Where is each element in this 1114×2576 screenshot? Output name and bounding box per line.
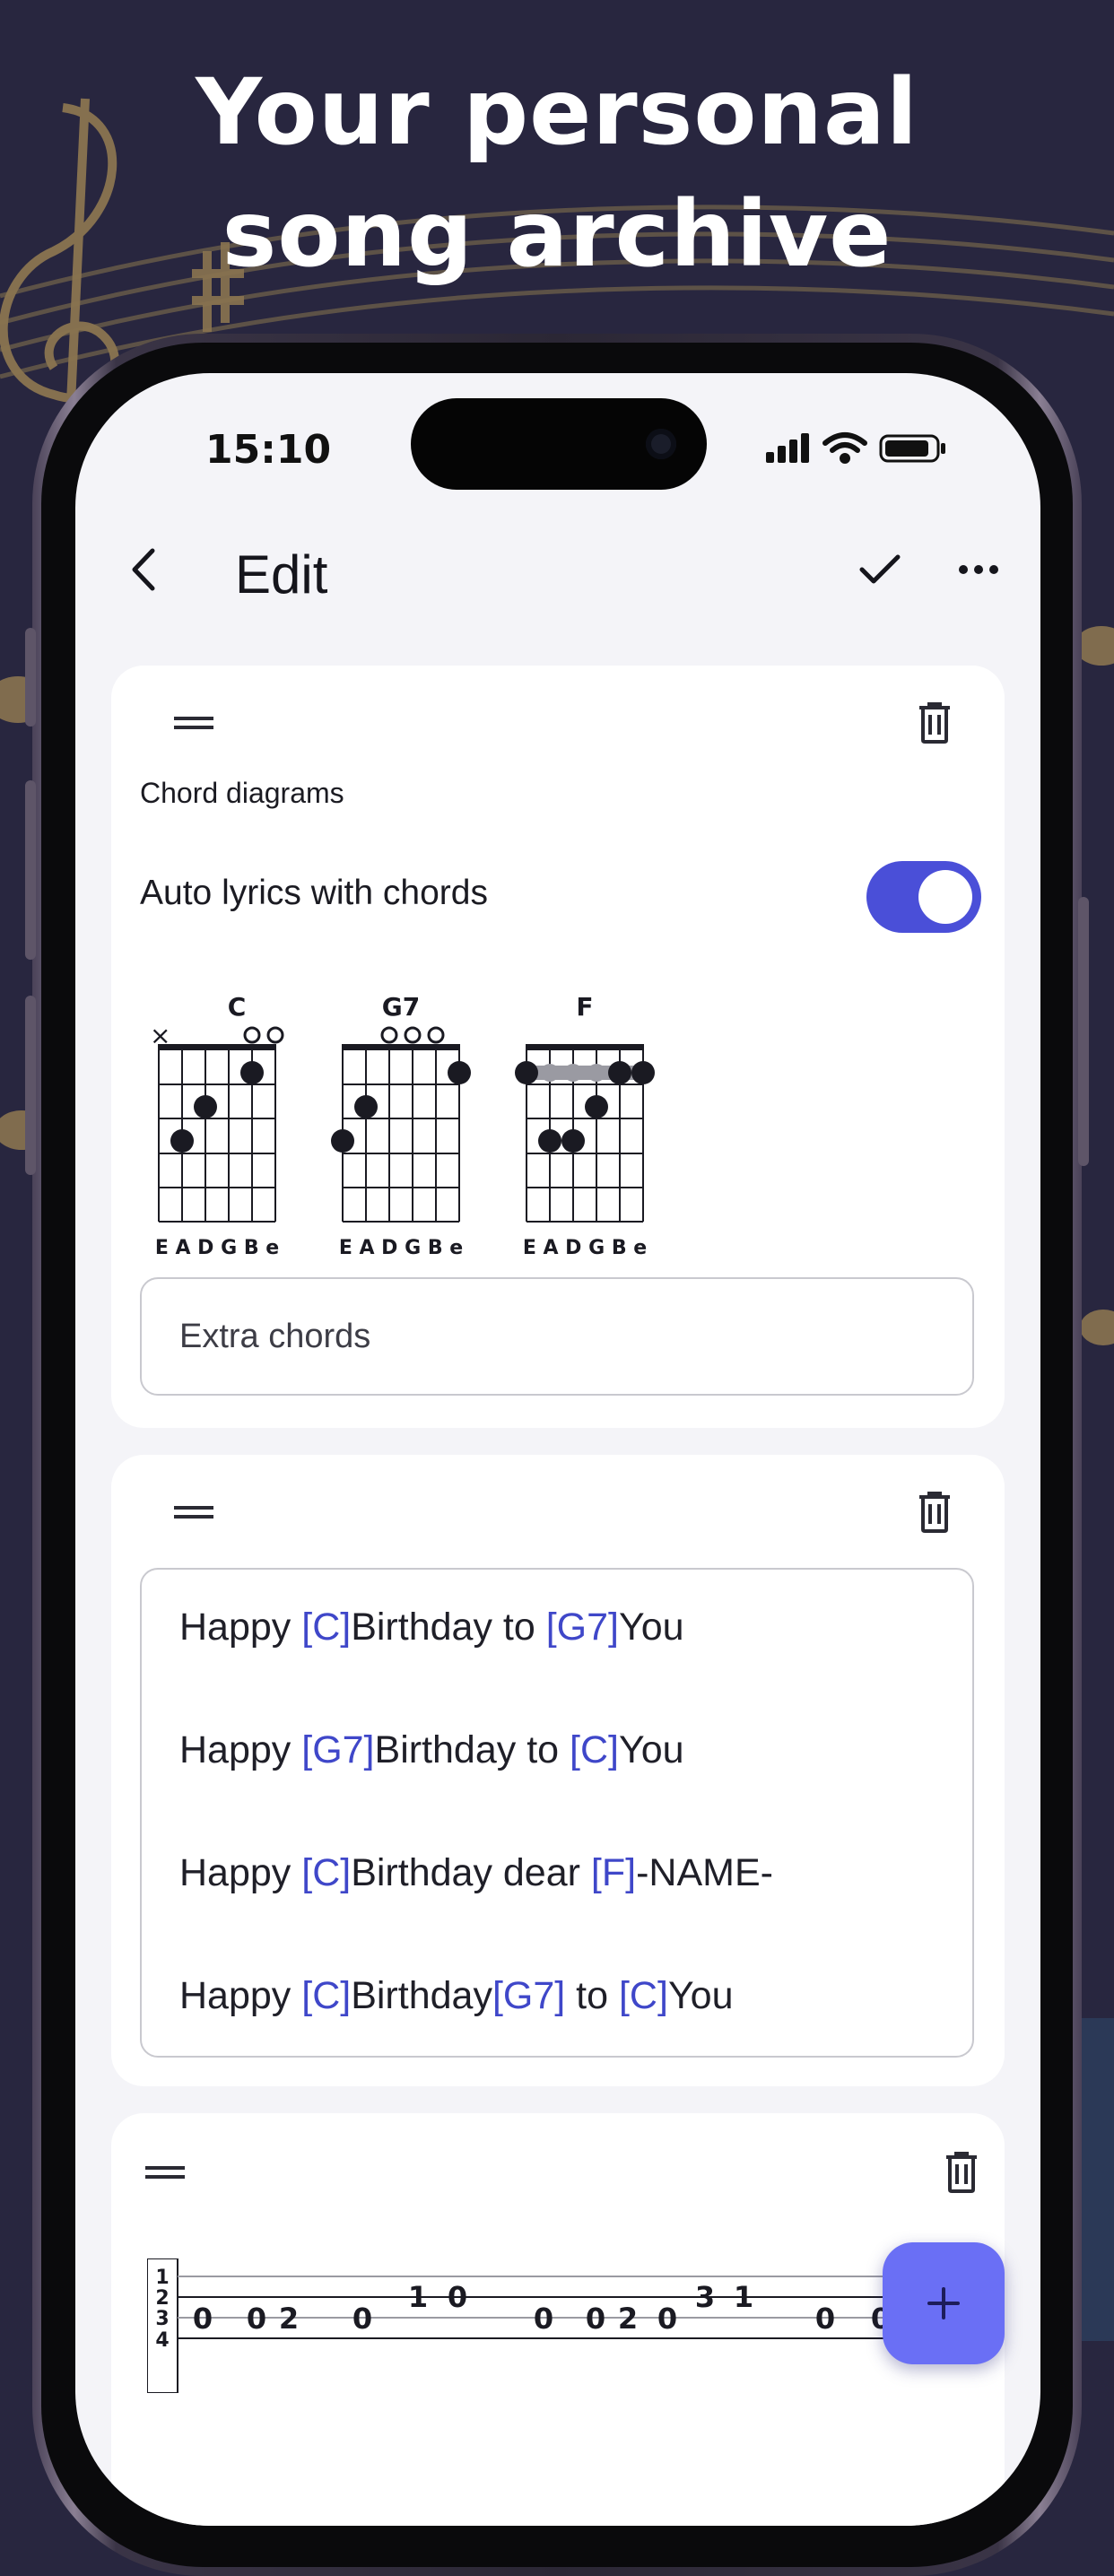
camera-lens — [646, 429, 676, 459]
chord-token: [C] — [570, 1728, 619, 1771]
lyric-line: Happy [C]Birthday to [G7]You — [179, 1606, 684, 1649]
delete-block-button[interactable] — [908, 1485, 962, 1539]
drag-handle-icon — [174, 1506, 213, 1519]
trash-icon — [919, 702, 950, 744]
phone-volume-up-button — [25, 780, 36, 960]
dynamic-island — [411, 398, 707, 490]
chord-token: [G7] — [492, 1974, 566, 2017]
tab-note: 2 — [279, 2302, 299, 2336]
trash-icon — [919, 1492, 950, 1533]
chord-token: [C] — [618, 1974, 668, 2017]
string-number: 3 — [155, 2308, 169, 2330]
lyric-line: Happy [C]Birthday dear [F]-NAME- — [179, 1851, 773, 1894]
status-time: 15:10 — [205, 427, 332, 473]
headline-line-2: song archive — [222, 181, 892, 288]
more-options-button[interactable] — [947, 538, 1010, 601]
check-icon — [859, 554, 901, 584]
lyrics-card: Happy [C]Birthday to [G7]You Happy [G7]B… — [111, 1455, 1005, 2086]
string-number: 1 — [155, 2267, 169, 2289]
lyric-line: Happy [C]Birthday[G7] to [C]You — [179, 1974, 734, 2017]
tablature-staff: 1 2 3 4 1 0 3 1 0 0 2 0 0 0 2 0 0 0 — [147, 2258, 936, 2393]
tab-note: 0 — [247, 2302, 266, 2336]
tab-note: 1 — [408, 2280, 428, 2314]
app-screen: 15:10 Edit Chord diagrams Auto lyrics wi… — [75, 373, 1040, 2526]
chord-token: [C] — [301, 1974, 352, 2017]
tab-note: 0 — [815, 2302, 835, 2336]
phone-side-button — [25, 628, 36, 727]
lyric-line: Happy [G7]Birthday to [C]You — [179, 1728, 684, 1771]
chord-diagram-g7: G7 E A D G B e — [331, 992, 471, 1259]
string-labels: E A D G B e — [339, 1237, 463, 1259]
chord-token: [G7] — [545, 1606, 619, 1649]
chord-token: [C] — [301, 1606, 352, 1649]
tab-note: 0 — [448, 2280, 467, 2314]
drag-handle[interactable] — [167, 696, 221, 750]
tab-note: 3 — [695, 2280, 715, 2314]
more-horizontal-icon — [959, 565, 998, 574]
chord-token: [F] — [590, 1851, 637, 1894]
auto-lyrics-toggle[interactable] — [866, 861, 981, 933]
chord-diagrams: C × E A D G B e G7 E A D G B e F E A D G… — [150, 992, 655, 1259]
drag-handle-icon — [174, 717, 213, 729]
phone-volume-down-button — [25, 996, 36, 1175]
delete-block-button[interactable] — [908, 696, 962, 750]
tab-note: 0 — [193, 2302, 213, 2336]
save-button[interactable] — [849, 538, 911, 601]
lyrics-editor[interactable]: Happy [C]Birthday to [G7]You Happy [G7]B… — [140, 1568, 974, 2058]
string-number: 2 — [155, 2287, 169, 2310]
chord-token: [C] — [301, 1851, 352, 1894]
chord-diagram-f: F E A D G B e — [515, 992, 655, 1259]
add-block-button[interactable] — [883, 2242, 1005, 2364]
drag-handle[interactable] — [167, 1485, 221, 1539]
extra-chords-placeholder: Extra chords — [179, 1317, 371, 1355]
tab-note: 0 — [657, 2302, 677, 2336]
chevron-left-icon — [132, 548, 155, 591]
drag-handle[interactable] — [138, 2145, 192, 2199]
tab-note: 0 — [352, 2302, 372, 2336]
chord-diagram-c: C × E A D G B e — [150, 992, 284, 1259]
chord-name: C — [228, 992, 247, 1022]
section-title: Chord diagrams — [140, 777, 344, 809]
back-button[interactable] — [111, 538, 174, 601]
status-icons — [766, 432, 945, 464]
string-labels: E A D G B e — [155, 1237, 279, 1259]
headline-line-1: Your personal — [196, 59, 918, 166]
trash-icon — [946, 2152, 977, 2193]
toggle-knob — [918, 870, 972, 924]
phone-power-button — [1078, 897, 1089, 1166]
page-title: Edit — [235, 544, 328, 605]
battery-icon — [879, 434, 945, 463]
tab-note: 1 — [734, 2280, 753, 2314]
chord-name: F — [576, 992, 593, 1022]
extra-chords-input[interactable]: Extra chords — [140, 1277, 974, 1396]
plus-icon — [927, 2287, 960, 2319]
auto-lyrics-toggle-label: Auto lyrics with chords — [140, 874, 488, 912]
tab-note: 0 — [586, 2302, 605, 2336]
drag-handle-icon — [145, 2166, 185, 2179]
tab-note: 2 — [618, 2302, 638, 2336]
tab-note: 0 — [534, 2302, 553, 2336]
delete-block-button[interactable] — [935, 2145, 988, 2199]
tablature-card: 1 2 3 4 1 0 3 1 0 0 2 0 0 0 2 0 0 0 — [111, 2113, 1005, 2526]
headline: Your personal song archive — [0, 52, 1114, 296]
string-number: 4 — [155, 2329, 169, 2352]
string-labels: E A D G B e — [523, 1237, 647, 1259]
wifi-icon — [822, 432, 867, 464]
chord-token: [G7] — [301, 1728, 375, 1771]
chord-diagrams-card: Chord diagrams Auto lyrics with chords C… — [111, 666, 1005, 1428]
cellular-signal-icon — [766, 433, 809, 463]
chord-name: G7 — [382, 992, 420, 1022]
